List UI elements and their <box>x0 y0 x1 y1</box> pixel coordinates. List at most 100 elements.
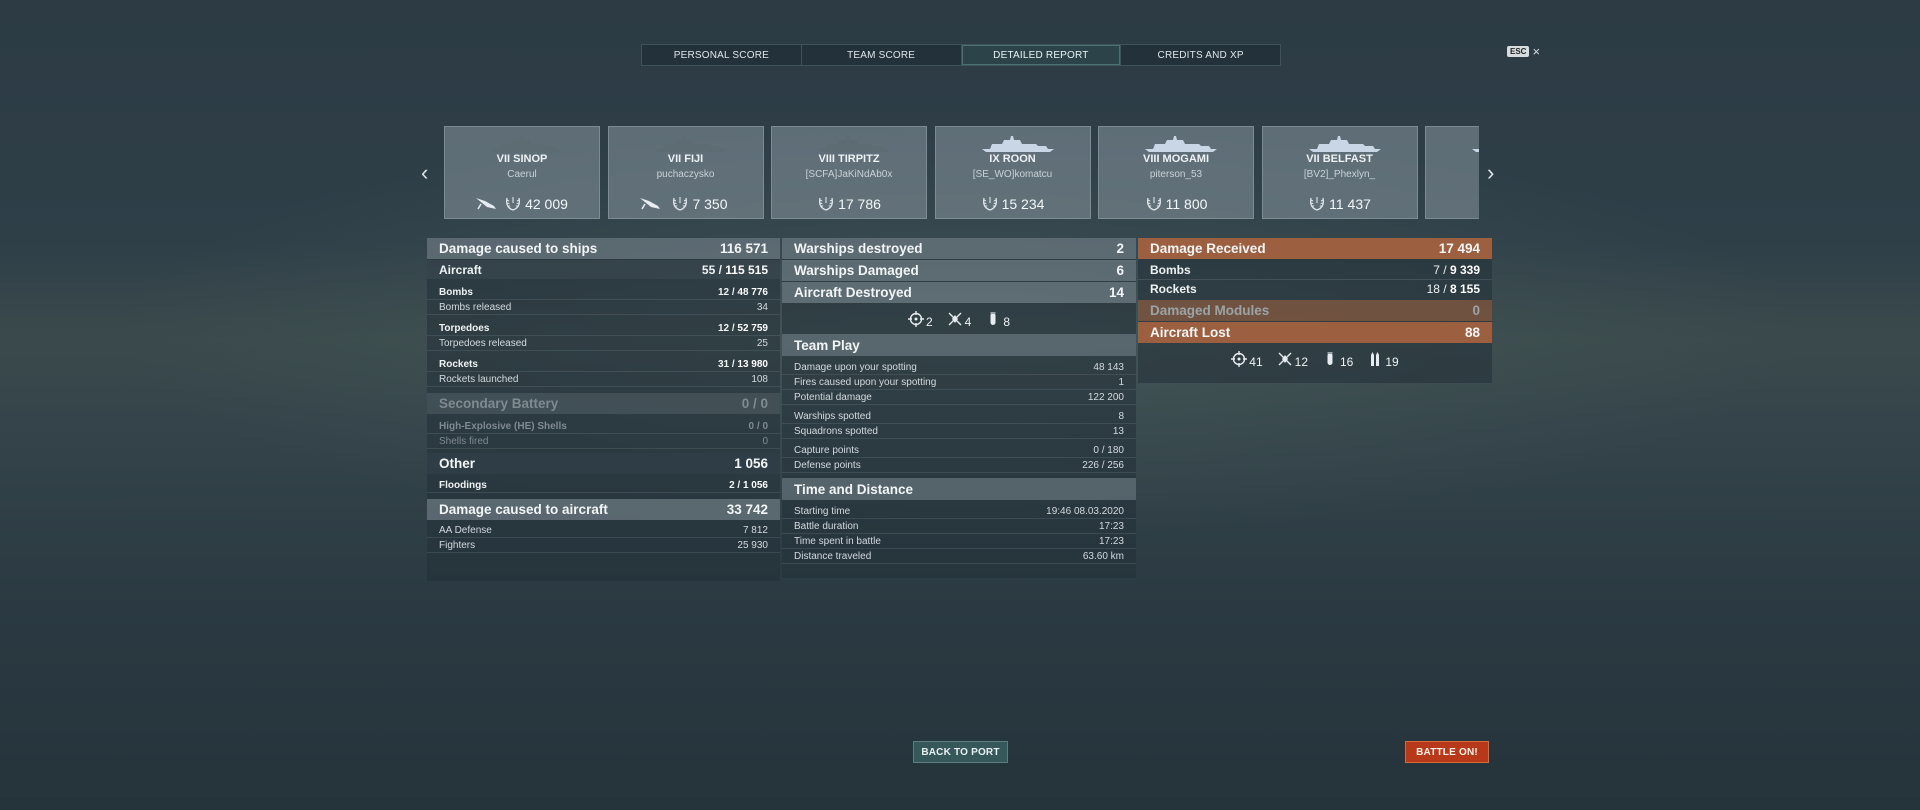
stat-value: 17:23 <box>1098 520 1124 532</box>
ship-silhouette-icon <box>1145 136 1217 152</box>
stat-row: Fires caused upon your spotting 1 <box>782 375 1136 390</box>
damage-received-value: 17 494 <box>1438 241 1480 256</box>
battle-on-button[interactable]: BATTLE ON! <box>1405 741 1489 763</box>
torpedoes-row: Torpedoes 12 / 52 759 <box>427 321 780 336</box>
aircraft-destroyed-breakdown: 2 4 8 <box>782 304 1136 334</box>
ship-card[interactable]: VII FIJI puchaczysko 7 350 <box>607 126 764 219</box>
rockets-label: Rockets <box>439 358 478 370</box>
ship-carousel: VII SINOP Caerul 42 009 VII FIJI puchaczysko… <box>444 126 1479 219</box>
crossed-plane-icon <box>948 312 962 326</box>
warships-damaged-row: Warships Damaged 6 <box>782 260 1136 281</box>
rockets-row: Rockets 31 / 13 980 <box>427 357 780 372</box>
damage-received-label: Damage Received <box>1150 241 1266 256</box>
breakdown-item: 12 <box>1277 349 1308 369</box>
ship-card[interactable]: VII SINOP Caerul 42 009 <box>444 126 600 219</box>
breakdown-item: 19 <box>1367 349 1399 369</box>
tab-detailed-report[interactable]: DETAILED REPORT <box>961 45 1122 65</box>
rockets-launched-label: Rockets launched <box>439 373 519 385</box>
close-button[interactable]: ESC × <box>1507 45 1540 58</box>
torpedoes-value: 12 / 52 759 <box>717 322 768 334</box>
rockets-launched-value: 108 <box>751 373 768 385</box>
warships-destroyed-label: Warships destroyed <box>794 241 923 256</box>
breakdown-item: 41 <box>1231 349 1263 369</box>
player-name: [SCFA]JaKiNdAb0x <box>805 169 893 180</box>
tab-personal-score[interactable]: PERSONAL SCORE <box>642 45 802 65</box>
ship-name: VIII TIRPITZ <box>818 153 880 165</box>
stat-row: Starting time 19:46 08.03.2020 <box>782 504 1136 519</box>
stat-row: Defense points 226 / 256 <box>782 458 1136 473</box>
ship-card[interactable]: VIII MOGAMI piterson_53 11 800 <box>1098 126 1254 219</box>
ship-silhouette-icon <box>1472 149 1479 152</box>
received-bombs-value: 7 / 9 339 <box>1433 262 1480 277</box>
ship-silhouette-icon <box>491 136 563 152</box>
stat-label: Distance traveled <box>794 550 872 562</box>
fighters-value: 25 930 <box>737 539 768 551</box>
torpedoes-label: Torpedoes <box>439 322 490 334</box>
ship-score-value: 11 437 <box>1329 196 1371 212</box>
floodings-label: Floodings <box>439 479 487 491</box>
ship-score: 7 350 <box>609 195 763 212</box>
stat-label: Squadrons spotted <box>794 425 878 437</box>
secondary-battery-label: Secondary Battery <box>439 396 559 411</box>
secondary-battery-value: 0 / 0 <box>741 396 768 411</box>
ship-card[interactable]: IX ROON [SE_WO]komatcu 15 234 <box>934 126 1091 219</box>
bomb-icon <box>990 312 996 325</box>
shells-fired-row: Shells fired 0 <box>427 434 780 449</box>
received-rockets-value: 18 / 8 155 <box>1426 282 1480 296</box>
ship-silhouette-icon <box>981 136 1054 152</box>
ship-card[interactable]: VIII TIRPITZ [SCFA]JaKiNdAb0x 17 786 <box>771 126 927 219</box>
stat-value: 13 <box>1112 425 1124 437</box>
aa-defense-row: AA Defense 7 812 <box>427 523 780 538</box>
crossed-plane-icon <box>1278 352 1292 366</box>
torpedoes-released-row: Torpedoes released 25 <box>427 336 780 351</box>
breakdown-item: 16 <box>1322 349 1353 369</box>
tab-credits-and-xp[interactable]: CREDITS AND XP <box>1121 45 1280 65</box>
tab-team-score[interactable]: TEAM SCORE <box>801 45 962 65</box>
breakdown-value: 41 <box>1249 355 1263 369</box>
torpedoes-released-label: Torpedoes released <box>439 337 527 349</box>
stat-label: Defense points <box>794 459 861 471</box>
bombs-label: Bombs <box>439 286 473 298</box>
stat-row: Battle duration 17:23 <box>782 519 1136 534</box>
stat-value: 48 143 <box>1093 361 1124 373</box>
bombs-released-value: 34 <box>756 301 768 313</box>
esc-key-badge: ESC <box>1507 46 1530 57</box>
rockets-icon <box>1371 352 1380 366</box>
damage-caused-panel: Damage caused to ships 116 571 Aircraft … <box>427 238 780 581</box>
stat-value: 0 / 180 <box>1093 444 1124 456</box>
aircraft-value: 55 / 115 515 <box>701 262 768 277</box>
breakdown-item: 2 <box>907 309 933 329</box>
player-name: Caerul <box>507 169 537 180</box>
aircraft-lost-header: Aircraft Lost 88 <box>1138 322 1492 343</box>
stat-value: 1 <box>1118 376 1124 388</box>
bombs-value: 12 / 48 776 <box>717 286 768 298</box>
breakdown-item: 8 <box>985 309 1010 329</box>
aircraft-lost-value: 88 <box>1464 325 1480 340</box>
secondary-battery-header: Secondary Battery 0 / 0 <box>427 393 780 414</box>
damage-aircraft-header: Damage caused to aircraft 33 742 <box>427 499 780 520</box>
bomb-icon <box>1327 352 1333 365</box>
ship-card[interactable]: 3 <box>1425 126 1479 219</box>
ship-score: 17 786 <box>772 195 926 212</box>
received-bombs-row: Bombs 7 / 9 339 <box>1138 260 1492 279</box>
player-name: [SE_WO]komatcu <box>972 169 1053 180</box>
laurel-icon <box>982 197 997 211</box>
next-ship-arrow[interactable]: › <box>1487 160 1494 186</box>
other-header: Other 1 056 <box>427 453 780 474</box>
fighters-row: Fighters 25 930 <box>427 538 780 553</box>
shells-fired-value: 0 <box>762 435 768 447</box>
back-to-port-button[interactable]: BACK TO PORT <box>913 741 1008 763</box>
ship-name: IX ROON <box>989 153 1036 165</box>
prev-ship-arrow[interactable]: ‹ <box>421 160 428 186</box>
report-tabs: PERSONAL SCORE TEAM SCORE DETAILED REPOR… <box>641 44 1281 66</box>
ship-card[interactable]: VII BELFAST [BV2]_Phexlyn_ 11 437 <box>1261 126 1418 219</box>
other-value: 1 056 <box>734 456 768 471</box>
stat-row: Damage upon your spotting 48 143 <box>782 360 1136 375</box>
stat-value: 17:23 <box>1098 535 1124 547</box>
stat-label: Capture points <box>794 444 860 456</box>
ship-score: 15 234 <box>936 195 1090 212</box>
ship-name: VII SINOP <box>496 153 548 165</box>
laurel-icon <box>1146 197 1161 211</box>
warships-destroyed-row: Warships destroyed 2 <box>782 238 1136 259</box>
warships-damaged-value: 6 <box>1116 263 1124 278</box>
